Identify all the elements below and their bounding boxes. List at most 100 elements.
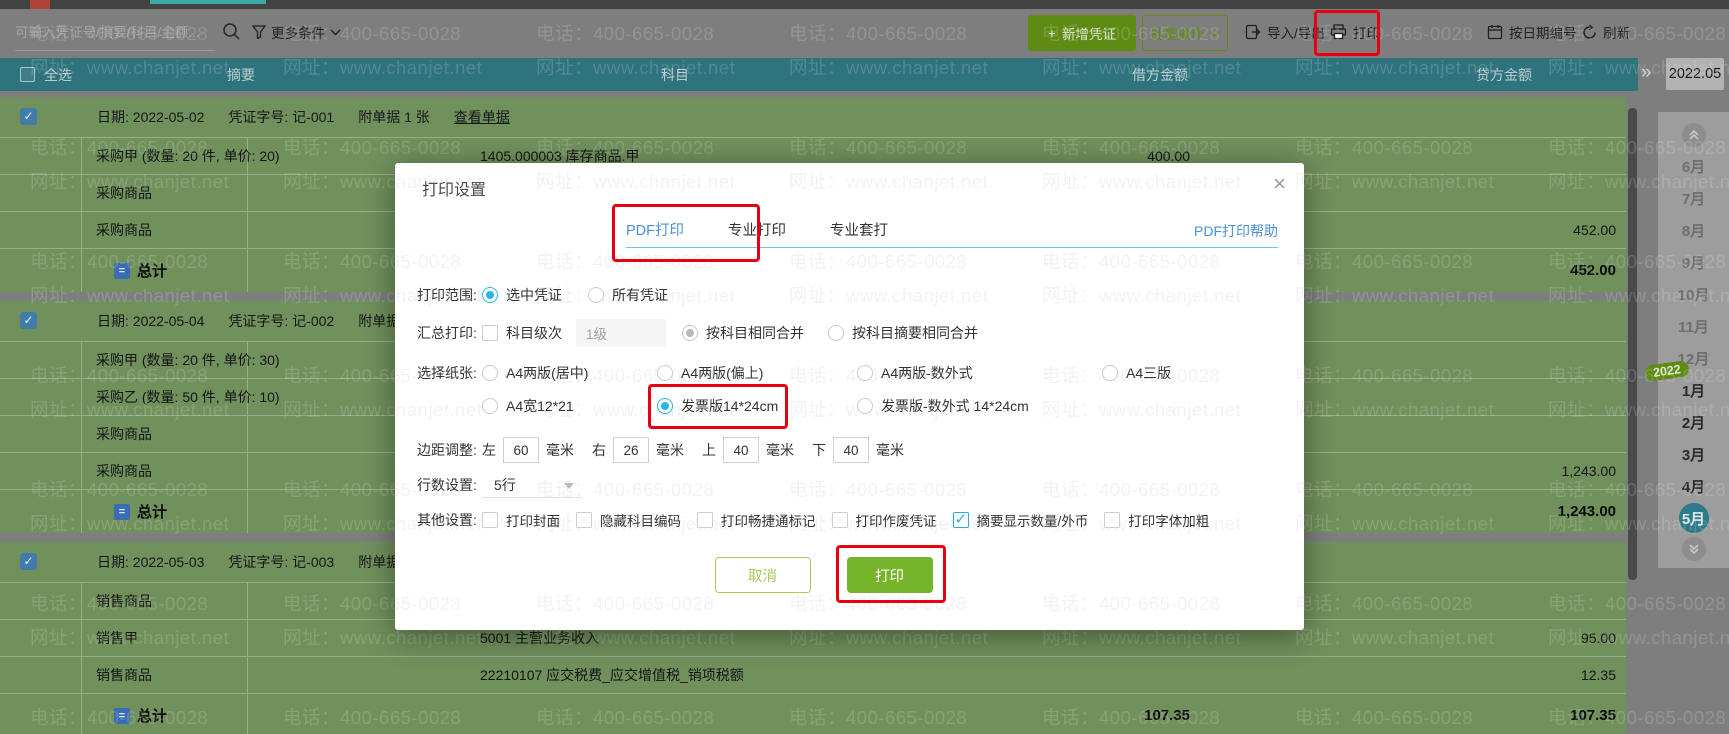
unit-label: 毫米 (876, 442, 904, 458)
table-header-row: 全选 摘要 科目 借方金额 贷方金额 (0, 58, 1638, 91)
checkbox-label: 打印畅捷通标记 (721, 514, 816, 529)
month-item[interactable]: 4月 (1682, 470, 1705, 502)
row-checkbox-checked[interactable]: ✓ (20, 108, 37, 125)
tab-pro-print[interactable]: 专业打印 (728, 219, 786, 240)
month-item[interactable]: 9月 (1682, 246, 1705, 278)
voucher-number: 凭证字号: 记-003 (228, 554, 335, 570)
checkbox-label: 摘要显示数量/外币 (976, 514, 1089, 529)
dialog-header: 打印设置 (395, 163, 1304, 212)
radio-paper-a4-two-amount[interactable]: A4两版-数外式 (857, 363, 1102, 383)
total-calc-icon: = (114, 262, 130, 279)
scroll-up-icon[interactable] (1681, 123, 1706, 147)
radio-off-icon (482, 398, 498, 414)
tab-pdf-print[interactable]: PDF打印 (626, 219, 684, 240)
select-all-checkbox[interactable] (20, 67, 35, 82)
month-item[interactable]: 3月 (1682, 438, 1705, 470)
account-level-input[interactable] (576, 319, 666, 347)
checkbox-summary-show-qty-currency[interactable]: 摘要显示数量/外币 (952, 510, 1089, 530)
collapse-panel-icon[interactable]: » (1641, 62, 1651, 84)
cancel-button[interactable]: 取消 (714, 557, 811, 593)
add-voucher-button[interactable]: + 新增凭证 (1028, 15, 1136, 51)
search-input[interactable] (15, 25, 215, 40)
month-item[interactable]: 2月 (1682, 406, 1705, 438)
radio-label: A4宽12*21 (506, 398, 574, 414)
vertical-scrollbar[interactable] (1628, 108, 1637, 580)
print-range-label: 打印范围: (417, 287, 477, 303)
number-by-date-button[interactable]: 按日期编号 (1487, 22, 1577, 42)
checkbox-print-cover[interactable]: 打印封面 (482, 510, 560, 530)
period-display[interactable]: 2022.05 (1666, 58, 1724, 90)
checkbox-account-level[interactable]: 科目级次 (482, 323, 562, 343)
checkbox-label: 打印作废凭证 (855, 514, 937, 529)
margin-top-input[interactable] (723, 437, 759, 463)
chevron-down-icon (1209, 30, 1220, 37)
printer-icon (1330, 24, 1347, 40)
dialog-tabs: PDF打印 专业打印 专业套打 PDF打印帮助 (626, 212, 1278, 248)
other-settings-label: 其他设置: (417, 512, 477, 528)
radio-paper-a4-wide[interactable]: A4宽12*21 (482, 396, 657, 416)
margins-label: 边距调整: (417, 442, 477, 458)
batch-operations-label: 批量操作 (1150, 27, 1204, 42)
chevron-down-icon (330, 29, 341, 36)
month-item[interactable]: 8月 (1682, 214, 1705, 246)
import-export-button[interactable]: 导入/导出 (1245, 22, 1325, 42)
radio-selected-vouchers[interactable]: 选中凭证 (482, 285, 562, 305)
print-button[interactable]: 打印 (1330, 22, 1380, 42)
checkbox-print-chanjet-mark[interactable]: 打印畅捷通标记 (697, 510, 816, 530)
print-label: 打印 (1353, 26, 1380, 41)
checkbox-label: 打印字体加粗 (1128, 514, 1210, 529)
margin-right-input[interactable] (613, 437, 649, 463)
refresh-button[interactable]: 刷新 (1582, 22, 1630, 42)
row-checkbox-checked[interactable]: ✓ (20, 312, 37, 329)
margin-bottom-input[interactable] (833, 437, 869, 463)
more-filter-button[interactable]: 更多条件 (252, 22, 341, 42)
select-all-cell: 全选 (0, 65, 82, 85)
summary-print-label: 汇总打印: (417, 325, 477, 341)
voucher-attachments: 附单据 (358, 554, 401, 570)
tab-pro-template-print[interactable]: 专业套打 (830, 219, 888, 240)
pdf-print-help-link[interactable]: PDF打印帮助 (1194, 221, 1278, 241)
month-item-active[interactable]: 5月 (1678, 503, 1709, 533)
radio-all-vouchers[interactable]: 所有凭证 (588, 285, 668, 305)
select-all-label: 全选 (44, 66, 72, 83)
radio-paper-invoice-14x24[interactable]: 发票版14*24cm (657, 396, 857, 416)
month-item[interactable]: 6月 (1682, 150, 1705, 182)
checkbox-on-icon (952, 510, 969, 528)
checkbox-off-icon (576, 512, 592, 528)
radio-paper-a4-three[interactable]: A4三版 (1102, 363, 1171, 383)
cell-summary: 销售甲 (82, 620, 248, 656)
voucher-attachments: 附单据 (358, 313, 401, 329)
month-item[interactable]: 7月 (1682, 182, 1705, 214)
close-icon[interactable]: × (1273, 173, 1286, 195)
paper-select-row-2: A4宽12*21 发票版14*24cm 发票版-数外式 14*24cm (417, 391, 1278, 421)
search-icon[interactable] (222, 22, 240, 40)
margin-left-label: 左 (482, 442, 496, 458)
cell-summary: 销售商品 (82, 583, 248, 619)
line-count-row: 行数设置: 5行 (417, 470, 1278, 500)
radio-off-icon (828, 325, 844, 341)
paper-select-row-1: 选择纸张: A4两版(居中) A4两版(偏上) A4两版-数外式 A4三版 (417, 358, 1278, 388)
cell-summary: 采购商品 (82, 175, 248, 211)
radio-merge-same-account[interactable]: 按科目相同合并 (682, 323, 804, 343)
batch-operations-button[interactable]: 批量操作 (1142, 15, 1228, 51)
view-attachment-link[interactable]: 查看单据 (454, 107, 510, 127)
month-item[interactable]: 1月 (1682, 374, 1705, 406)
scroll-down-icon[interactable] (1681, 537, 1706, 561)
plus-icon: + (1048, 25, 1056, 41)
radio-paper-a4-two-center[interactable]: A4两版(居中) (482, 363, 657, 383)
total-credit: 452.00 (1570, 262, 1616, 279)
radio-merge-same-account-summary[interactable]: 按科目摘要相同合并 (828, 323, 978, 343)
radio-off-icon (857, 365, 873, 381)
line-count-select[interactable]: 5行 (482, 472, 582, 498)
radio-paper-invoice-amount-14x24[interactable]: 发票版-数外式 14*24cm (857, 396, 1102, 416)
table-row[interactable]: 销售商品 22210107 应交税费_应交增值税_销项税额 12.35 (0, 656, 1626, 693)
checkbox-hide-account-code[interactable]: 隐藏科目编码 (576, 510, 681, 530)
dialog-print-button[interactable]: 打印 (846, 557, 933, 593)
month-item[interactable]: 11月 (1678, 310, 1709, 342)
checkbox-print-voided-vouchers[interactable]: 打印作废凭证 (831, 510, 937, 530)
month-item[interactable]: 10月 (1678, 278, 1710, 310)
row-checkbox-checked[interactable]: ✓ (20, 553, 37, 570)
radio-paper-a4-two-top[interactable]: A4两版(偏上) (657, 363, 857, 383)
checkbox-print-bold-font[interactable]: 打印字体加粗 (1104, 510, 1209, 530)
margin-left-input[interactable] (503, 437, 539, 463)
